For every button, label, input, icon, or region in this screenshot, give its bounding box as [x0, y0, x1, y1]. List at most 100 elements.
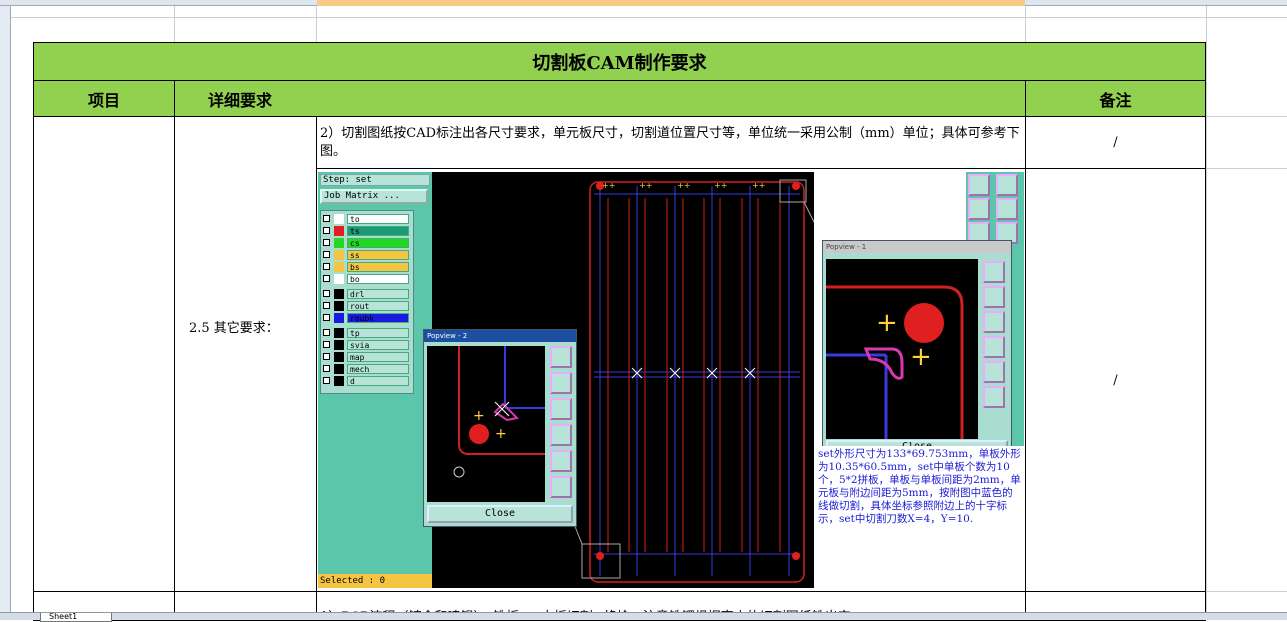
layer-color-swatch [334, 250, 344, 260]
remark-value-2: / [1113, 372, 1118, 388]
sheet-title[interactable]: 切割板CAM制作要求 [33, 42, 1206, 81]
layer-name: map [347, 352, 409, 362]
layer-name: svia [347, 340, 409, 350]
grid-line [1025, 6, 1026, 42]
layer-color-swatch [334, 313, 344, 323]
layer-name: drl [347, 289, 409, 299]
layer-color-swatch [334, 328, 344, 338]
svg-text:++: ++ [602, 181, 615, 190]
layer-name: cs [347, 238, 409, 248]
layer-row[interactable]: to [323, 214, 411, 224]
layer-row[interactable]: rout [323, 301, 411, 311]
popview-large-window[interactable]: Popview - 1 + + Close [822, 240, 1012, 456]
layer-row[interactable]: roubk [323, 313, 411, 323]
header-remark[interactable]: 备注 [1025, 80, 1206, 117]
grid-line [1206, 168, 1287, 169]
layer-name: mech [347, 364, 409, 374]
layer-checkbox[interactable] [323, 263, 330, 270]
job-matrix-button[interactable]: Job Matrix ... [320, 189, 428, 204]
layer-checkbox[interactable] [323, 227, 330, 234]
layer-row[interactable]: cs [323, 238, 411, 248]
popview-small-titlebar[interactable]: Popview - 2 [424, 330, 576, 342]
svg-text:++: ++ [714, 181, 727, 190]
layer-name: roubk [347, 313, 409, 323]
svg-text:++: ++ [639, 181, 652, 190]
layer-checkbox[interactable] [323, 314, 330, 321]
detail-text-cell[interactable]: 2）切割图纸按CAD标注出各尺寸要求，单元板尺寸，切割道位置尺寸等，单位统一采用… [316, 116, 1026, 169]
layer-name: rout [347, 301, 409, 311]
cam-left-panel: Step: set Job Matrix ... to ts cs ss bs bo drl… [318, 172, 432, 588]
remark-cell-1[interactable]: / [1025, 116, 1206, 169]
item-cell[interactable] [33, 116, 175, 592]
selected-column-header[interactable] [317, 0, 1025, 6]
layer-color-swatch [334, 352, 344, 362]
layer-row[interactable]: tp [323, 328, 411, 338]
tool-button[interactable] [996, 174, 1018, 196]
popview-tool-button[interactable] [983, 386, 1005, 408]
layer-color-swatch [334, 274, 344, 284]
grid-line [11, 17, 1287, 18]
remark-cell-2[interactable]: / [1025, 168, 1206, 592]
grid-line [1206, 6, 1207, 612]
popview-tool-button[interactable] [983, 336, 1005, 358]
popview-large-titlebar[interactable]: Popview - 1 [823, 241, 1011, 253]
selected-status: Selected : 0 [318, 574, 432, 588]
layer-color-swatch [334, 214, 344, 224]
layer-row[interactable]: ss [323, 250, 411, 260]
popview-small-close-button[interactable]: Close [427, 505, 573, 523]
layer-row[interactable]: ts [323, 226, 411, 236]
popview-tool-button[interactable] [550, 346, 572, 368]
layer-row[interactable]: map [323, 352, 411, 362]
popview-tool-button[interactable] [550, 450, 572, 472]
layer-name: ss [347, 250, 409, 260]
section-label: 2.5 其它要求： [189, 321, 279, 336]
row-header-bar [0, 6, 11, 612]
detail-text: 2）切割图纸按CAD标注出各尺寸要求，单元板尺寸，切割道位置尺寸等，单位统一采用… [320, 126, 1020, 159]
layer-row[interactable]: svia [323, 340, 411, 350]
layer-checkbox[interactable] [323, 251, 330, 258]
layer-checkbox[interactable] [323, 239, 330, 246]
layer-row[interactable]: d [323, 376, 411, 386]
popview-tool-button[interactable] [983, 261, 1005, 283]
svg-text:+: + [495, 426, 507, 442]
layer-color-swatch [334, 238, 344, 248]
layer-checkbox[interactable] [323, 215, 330, 222]
header-detail[interactable]: 详细要求 [174, 80, 1026, 117]
svg-text:+: + [910, 342, 932, 372]
layer-checkbox[interactable] [323, 353, 330, 360]
grid-line [1206, 116, 1287, 117]
layer-checkbox[interactable] [323, 275, 330, 282]
section-cell[interactable]: 2.5 其它要求： [174, 116, 317, 592]
layer-color-swatch [334, 340, 344, 350]
grid-line [316, 6, 317, 42]
layer-checkbox[interactable] [323, 290, 330, 297]
popview-tool-button[interactable] [550, 476, 572, 498]
popview-small-window[interactable]: Popview - 2 + + Close [423, 329, 577, 527]
layer-color-swatch [334, 376, 344, 386]
popview-tool-button[interactable] [983, 361, 1005, 383]
popview-tool-button[interactable] [983, 311, 1005, 333]
grid-line [1206, 591, 1287, 592]
popview-tool-button[interactable] [550, 424, 572, 446]
layer-checkbox[interactable] [323, 329, 330, 336]
tool-button[interactable] [968, 174, 990, 196]
column-header-bar [0, 0, 1287, 6]
layer-checkbox[interactable] [323, 365, 330, 372]
layer-checkbox[interactable] [323, 377, 330, 384]
layer-color-swatch [334, 301, 344, 311]
header-item[interactable]: 项目 [33, 80, 175, 117]
layer-row[interactable]: bo [323, 274, 411, 284]
popview-tool-button[interactable] [550, 398, 572, 420]
layer-row[interactable]: drl [323, 289, 411, 299]
layer-checkbox[interactable] [323, 302, 330, 309]
popview-tool-button[interactable] [983, 286, 1005, 308]
layer-row[interactable]: mech [323, 364, 411, 374]
layer-row[interactable]: bs [323, 262, 411, 272]
cam-screenshot: Step: set Job Matrix ... to ts cs ss bs bo drl… [318, 172, 1024, 588]
layer-checkbox[interactable] [323, 341, 330, 348]
tool-button[interactable] [996, 198, 1018, 220]
sheet-tab[interactable]: Sheet1 [40, 613, 112, 622]
cam-annotation-note: set外形尺寸为133*69.753mm，单板外形为10.35*60.5mm，s… [816, 446, 1024, 538]
tool-button[interactable] [968, 198, 990, 220]
popview-tool-button[interactable] [550, 372, 572, 394]
